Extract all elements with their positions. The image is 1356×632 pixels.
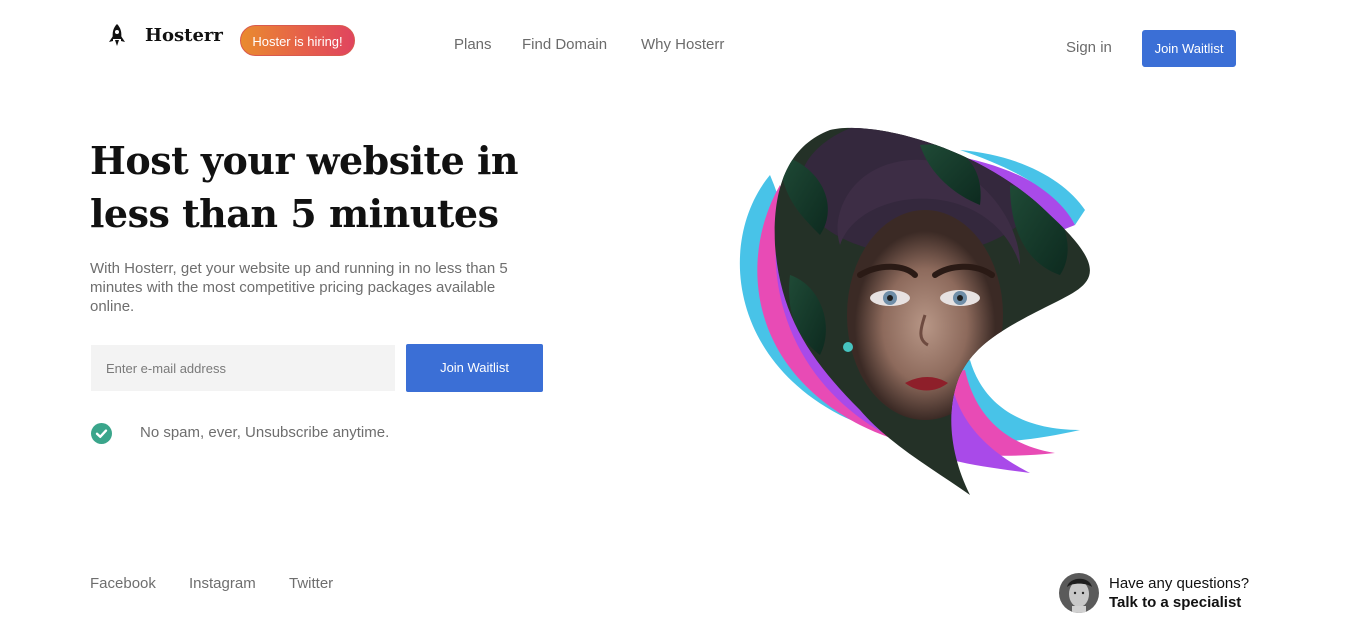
questions-text: Have any questions?	[1109, 575, 1250, 592]
email-input[interactable]	[91, 345, 395, 391]
nav-why-hosterr[interactable]: Why Hosterr	[641, 35, 724, 55]
header-join-waitlist-button[interactable]: Join Waitlist	[1142, 30, 1236, 67]
hero-subtext: With Hosterr, get your website up and ru…	[90, 260, 508, 315]
hero-headline: Host your website in less than 5 minutes	[90, 138, 519, 236]
join-waitlist-button[interactable]: Join Waitlist	[406, 344, 543, 392]
nav-plans[interactable]: Plans	[454, 35, 492, 55]
talk-to-specialist-link[interactable]: Talk to a specialist	[1109, 594, 1241, 612]
hiring-badge[interactable]: Hoster is hiring!	[240, 25, 355, 56]
rocket-icon	[109, 24, 125, 46]
facebook-link[interactable]: Facebook	[90, 575, 156, 593]
hero-portrait-illustration	[739, 127, 1090, 496]
twitter-link[interactable]: Twitter	[289, 575, 333, 593]
brand-name: Hosterr	[145, 25, 223, 46]
sign-in-link[interactable]: Sign in	[1066, 38, 1112, 58]
brand-logo[interactable]: Hosterr	[106, 24, 223, 50]
check-circle-icon	[91, 423, 112, 444]
specialist-avatar	[1059, 573, 1099, 613]
instagram-link[interactable]: Instagram	[189, 575, 256, 593]
no-spam-note: No spam, ever, Unsubscribe anytime.	[140, 424, 390, 441]
nav-find-domain[interactable]: Find Domain	[522, 35, 607, 55]
